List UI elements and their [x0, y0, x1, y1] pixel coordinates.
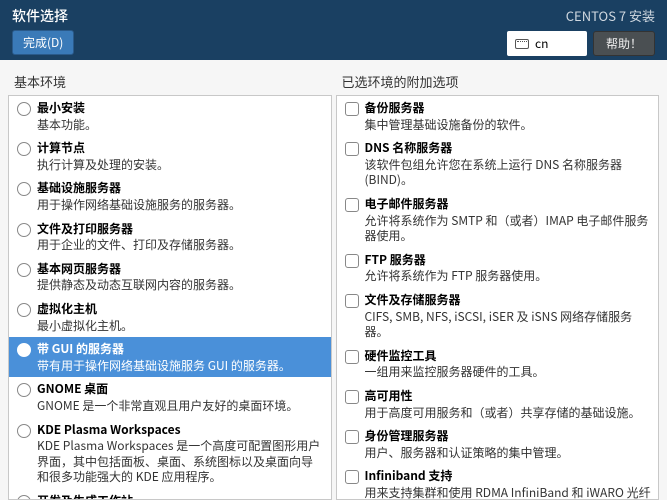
- addon-name: Infiniband 支持: [365, 468, 653, 484]
- env-name: 开发及生成工作站: [37, 493, 325, 500]
- env-option[interactable]: KDE Plasma WorkspacesKDE Plasma Workspac…: [9, 418, 331, 489]
- addon-desc: 允许将系统作为 FTP 服务器使用。: [365, 268, 653, 284]
- env-option[interactable]: 带 GUI 的服务器带有用于操作网络基础设施服务 GUI 的服务器。: [9, 337, 331, 377]
- addons-list[interactable]: 备份服务器集中管理基础设施备份的软件。DNS 名称服务器该软件包组允许您在系统上…: [336, 95, 660, 500]
- header-bar: 软件选择 完成(D) CENTOS 7 安装 cn 帮助！: [0, 0, 667, 60]
- addon-desc: 允许将系统作为 SMTP 和（或者）IMAP 电子邮件服务器使用。: [365, 213, 653, 244]
- checkbox-icon: [345, 198, 359, 212]
- checkbox-icon: [345, 294, 359, 308]
- content-area: 基本环境 最小安装基本功能。计算节点执行计算及处理的安装。基础设施服务器用于操作…: [0, 60, 667, 500]
- radio-icon: [17, 303, 31, 317]
- checkbox-icon: [345, 350, 359, 364]
- addon-option[interactable]: 备份服务器集中管理基础设施备份的软件。: [337, 96, 659, 136]
- radio-icon: [17, 223, 31, 237]
- env-name: 基础设施服务器: [37, 180, 325, 196]
- addon-option[interactable]: DNS 名称服务器该软件包组允许您在系统上运行 DNS 名称服务器(BIND)。: [337, 136, 659, 192]
- env-desc: 基本功能。: [37, 117, 325, 133]
- env-name: KDE Plasma Workspaces: [37, 422, 325, 438]
- radio-icon: [17, 383, 31, 397]
- addon-desc: 一组用来监控服务器硬件的工具。: [365, 364, 653, 380]
- base-env-list[interactable]: 最小安装基本功能。计算节点执行计算及处理的安装。基础设施服务器用于操作网络基础设…: [8, 95, 332, 500]
- env-desc: 最小虚拟化主机。: [37, 318, 325, 334]
- env-name: 最小安装: [37, 100, 325, 116]
- checkbox-icon: [345, 254, 359, 268]
- installer-name: CENTOS 7 安装: [566, 6, 655, 25]
- checkbox-icon: [345, 390, 359, 404]
- addon-name: 文件及存储服务器: [365, 292, 653, 308]
- addon-name: 备份服务器: [365, 100, 653, 116]
- addon-name: 电子邮件服务器: [365, 196, 653, 212]
- env-desc: KDE Plasma Workspaces 是一个高度可配置图形用户界面，其中包…: [37, 438, 325, 485]
- radio-icon: [17, 343, 31, 357]
- addon-name: 硬件监控工具: [365, 348, 653, 364]
- env-name: 虚拟化主机: [37, 301, 325, 317]
- keyboard-icon: [515, 39, 529, 49]
- addon-name: 身份管理服务器: [365, 428, 653, 444]
- env-option[interactable]: 最小安装基本功能。: [9, 96, 331, 136]
- checkbox-icon: [345, 470, 359, 484]
- env-desc: 执行计算及处理的安装。: [37, 157, 325, 173]
- help-button[interactable]: 帮助！: [593, 31, 655, 56]
- addon-option[interactable]: 文件及存储服务器CIFS, SMB, NFS, iSCSI, iSER 及 iS…: [337, 288, 659, 344]
- addon-desc: 用户、服务器和认证策略的集中管理。: [365, 445, 653, 461]
- base-env-title: 基本环境: [8, 68, 332, 95]
- done-button[interactable]: 完成(D): [12, 30, 74, 55]
- addon-option[interactable]: 硬件监控工具一组用来监控服务器硬件的工具。: [337, 344, 659, 384]
- env-option[interactable]: 基础设施服务器用于操作网络基础设施服务的服务器。: [9, 176, 331, 216]
- env-option[interactable]: GNOME 桌面GNOME 是一个非常直观且用户友好的桌面环境。: [9, 377, 331, 417]
- addon-desc: 用来支持集群和使用 RDMA InfiniBand 和 iWARO 光纤的网状连…: [365, 485, 653, 500]
- addon-name: DNS 名称服务器: [365, 140, 653, 156]
- radio-icon: [17, 424, 31, 438]
- keyboard-layout-label: cn: [535, 35, 548, 52]
- env-option[interactable]: 基本网页服务器提供静态及动态互联网内容的服务器。: [9, 257, 331, 297]
- env-name: 文件及打印服务器: [37, 221, 325, 237]
- addon-option[interactable]: 电子邮件服务器允许将系统作为 SMTP 和（或者）IMAP 电子邮件服务器使用。: [337, 192, 659, 248]
- addon-name: 高可用性: [365, 388, 653, 404]
- env-desc: GNOME 是一个非常直观且用户友好的桌面环境。: [37, 398, 325, 414]
- radio-icon: [17, 102, 31, 116]
- addon-desc: 集中管理基础设施备份的软件。: [365, 117, 653, 133]
- env-desc: 用于操作网络基础设施服务的服务器。: [37, 197, 325, 213]
- addon-option[interactable]: Infiniband 支持用来支持集群和使用 RDMA InfiniBand 和…: [337, 464, 659, 500]
- addon-option[interactable]: FTP 服务器允许将系统作为 FTP 服务器使用。: [337, 248, 659, 288]
- keyboard-layout-selector[interactable]: cn: [507, 31, 587, 56]
- env-desc: 带有用于操作网络基础设施服务 GUI 的服务器。: [37, 358, 325, 374]
- page-title: 软件选择: [12, 6, 74, 26]
- checkbox-icon: [345, 102, 359, 116]
- base-env-pane: 基本环境 最小安装基本功能。计算节点执行计算及处理的安装。基础设施服务器用于操作…: [8, 68, 332, 500]
- addon-desc: CIFS, SMB, NFS, iSCSI, iSER 及 iSNS 网络存储服…: [365, 309, 653, 340]
- addons-pane: 已选环境的附加选项 备份服务器集中管理基础设施备份的软件。DNS 名称服务器该软…: [336, 68, 660, 500]
- env-option[interactable]: 开发及生成工作站用于软件、硬件、图形或者内容开发的工作站。: [9, 489, 331, 500]
- addon-option[interactable]: 高可用性用于高度可用服务和（或者）共享存储的基础设施。: [337, 384, 659, 424]
- addon-desc: 该软件包组允许您在系统上运行 DNS 名称服务器(BIND)。: [365, 157, 653, 188]
- addon-desc: 用于高度可用服务和（或者）共享存储的基础设施。: [365, 405, 653, 421]
- addon-name: FTP 服务器: [365, 252, 653, 268]
- env-name: 计算节点: [37, 140, 325, 156]
- addons-title: 已选环境的附加选项: [336, 68, 660, 95]
- env-name: GNOME 桌面: [37, 381, 325, 397]
- checkbox-icon: [345, 142, 359, 156]
- env-desc: 用于企业的文件、打印及存储服务器。: [37, 237, 325, 253]
- checkbox-icon: [345, 430, 359, 444]
- env-option[interactable]: 文件及打印服务器用于企业的文件、打印及存储服务器。: [9, 217, 331, 257]
- env-option[interactable]: 虚拟化主机最小虚拟化主机。: [9, 297, 331, 337]
- radio-icon: [17, 263, 31, 277]
- radio-icon: [17, 182, 31, 196]
- env-name: 基本网页服务器: [37, 261, 325, 277]
- env-desc: 提供静态及动态互联网内容的服务器。: [37, 277, 325, 293]
- addon-option[interactable]: 身份管理服务器用户、服务器和认证策略的集中管理。: [337, 424, 659, 464]
- radio-icon: [17, 495, 31, 500]
- env-option[interactable]: 计算节点执行计算及处理的安装。: [9, 136, 331, 176]
- env-name: 带 GUI 的服务器: [37, 341, 325, 357]
- radio-icon: [17, 142, 31, 156]
